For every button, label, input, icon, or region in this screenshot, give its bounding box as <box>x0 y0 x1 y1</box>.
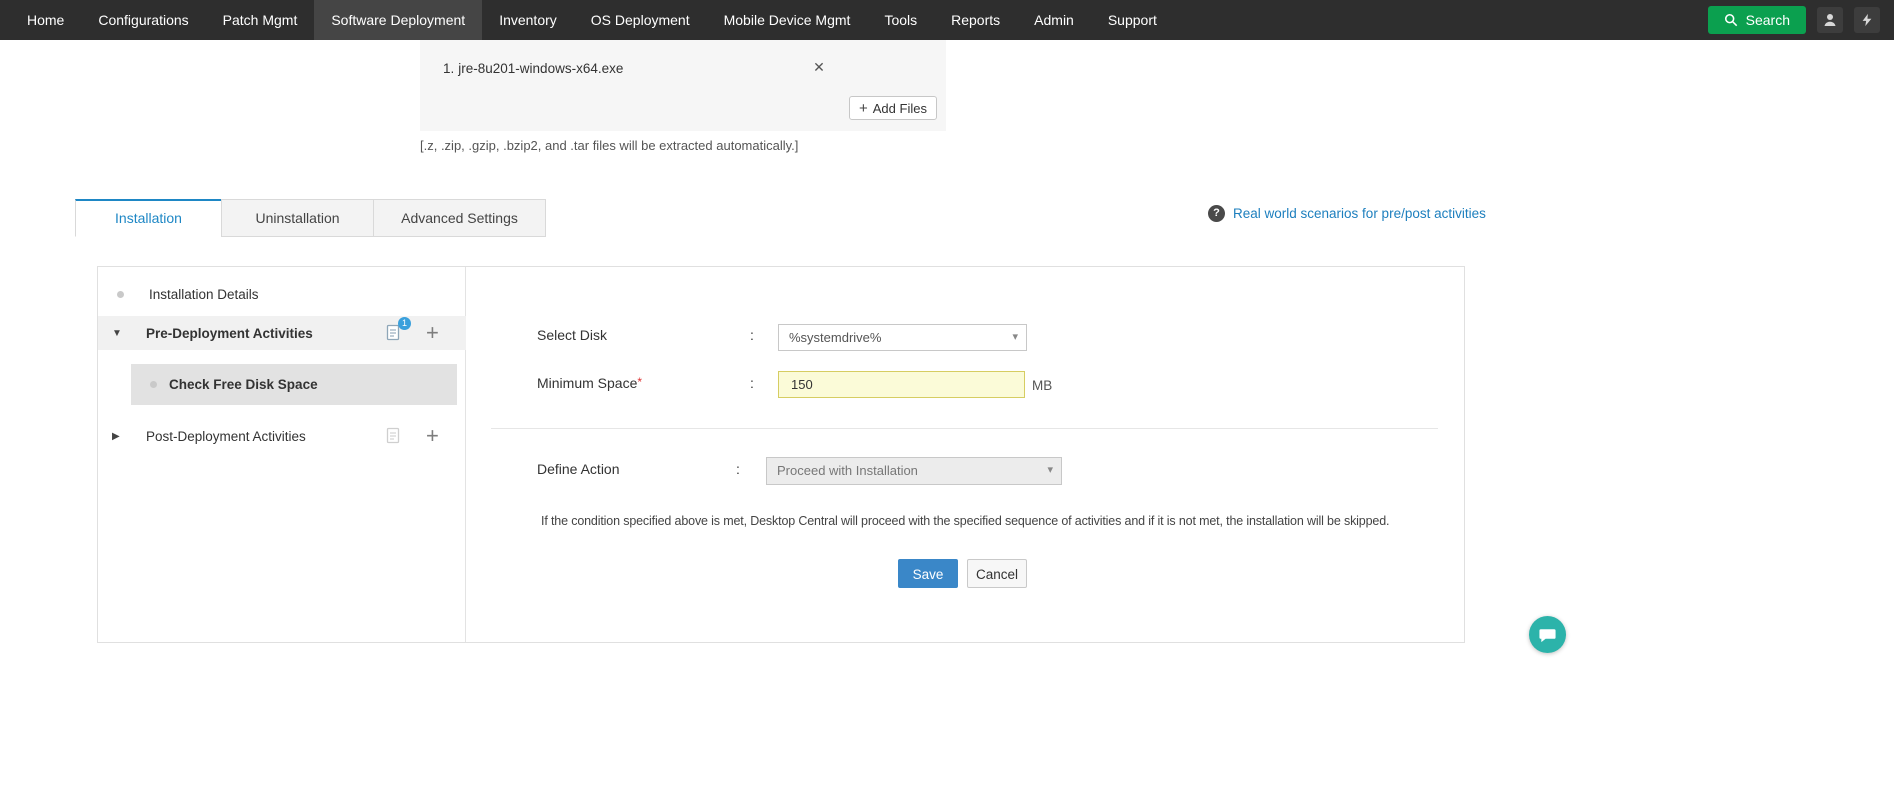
file-name: jre-8u201-windows-x64.exe <box>458 61 623 76</box>
add-pre-deployment-activity-button[interactable]: + <box>426 319 439 347</box>
condition-note: If the condition specified above is met,… <box>541 514 1389 528</box>
nav-item-support[interactable]: Support <box>1091 0 1174 40</box>
bullet-icon <box>117 291 124 298</box>
uploaded-files-box: 1. jre-8u201-windows-x64.exe ✕ + Add File… <box>420 40 946 131</box>
minimum-space-input[interactable] <box>778 371 1025 398</box>
collapse-triangle-icon[interactable]: ▼ <box>112 328 124 339</box>
plus-icon: + <box>859 100 868 117</box>
define-action-value: Proceed with Installation <box>777 463 918 478</box>
activity-count-badge: 1 <box>398 317 411 330</box>
minimum-space-label-text: Minimum Space <box>537 375 637 391</box>
activities-tree: Installation Details ▼ Pre-Deployment Ac… <box>98 267 466 642</box>
add-files-button[interactable]: + Add Files <box>849 96 937 120</box>
extract-note: [.z, .zip, .gzip, .bzip2, and .tar files… <box>420 138 798 153</box>
script-templates-icon-disabled[interactable] <box>386 427 404 445</box>
tab-advanced-settings[interactable]: Advanced Settings <box>373 199 546 237</box>
person-icon <box>1822 12 1838 28</box>
top-navigation: Home Configurations Patch Mgmt Software … <box>0 0 1894 40</box>
user-notification-button[interactable] <box>1817 7 1843 33</box>
nav-item-mobile-device-mgmt[interactable]: Mobile Device Mgmt <box>707 0 868 40</box>
file-index: 1. <box>443 61 454 76</box>
tree-item-check-free-disk-space[interactable]: Check Free Disk Space <box>131 364 457 405</box>
tab-uninstallation[interactable]: Uninstallation <box>221 199 374 237</box>
real-world-scenarios-link[interactable]: Real world scenarios for pre/post activi… <box>1233 206 1486 221</box>
live-chat-button[interactable] <box>1529 616 1566 653</box>
define-action-label: Define Action <box>537 461 620 477</box>
tree-item-label: Pre-Deployment Activities <box>146 326 313 341</box>
quick-actions-button[interactable] <box>1854 7 1880 33</box>
lightning-bolt-icon <box>1860 13 1874 27</box>
search-button[interactable]: Search <box>1708 6 1806 34</box>
tree-item-label: Installation Details <box>149 287 259 302</box>
nav-item-configurations[interactable]: Configurations <box>81 0 205 40</box>
tree-item-label: Check Free Disk Space <box>169 377 318 392</box>
tree-item-label: Post-Deployment Activities <box>146 429 306 444</box>
remove-file-icon[interactable]: ✕ <box>810 58 828 76</box>
unit-label: MB <box>1032 378 1052 393</box>
colon: : <box>750 327 754 343</box>
software-deployment-page: Home Configurations Patch Mgmt Software … <box>0 0 1894 798</box>
chevron-down-icon: ▾ <box>1012 325 1018 350</box>
required-mark: * <box>637 375 642 389</box>
nav-item-patch-mgmt[interactable]: Patch Mgmt <box>206 0 315 40</box>
save-button[interactable]: Save <box>898 559 958 588</box>
nav-item-inventory[interactable]: Inventory <box>482 0 574 40</box>
nav-item-home[interactable]: Home <box>10 0 81 40</box>
nav-item-software-deployment[interactable]: Software Deployment <box>314 0 482 40</box>
bullet-icon <box>150 381 157 388</box>
chat-bubble-icon <box>1538 625 1557 644</box>
nav-item-tools[interactable]: Tools <box>867 0 934 40</box>
select-disk-value: %systemdrive% <box>789 330 881 345</box>
cancel-button[interactable]: Cancel <box>967 559 1027 588</box>
installation-panel: Installation Details ▼ Pre-Deployment Ac… <box>97 266 1465 643</box>
script-templates-icon[interactable]: 1 <box>386 324 404 342</box>
tree-item-installation-details[interactable]: Installation Details <box>98 277 466 311</box>
help-icon[interactable]: ? <box>1208 205 1225 222</box>
help-area: ? Real world scenarios for pre/post acti… <box>1208 205 1486 222</box>
tree-item-pre-deployment[interactable]: ▼ Pre-Deployment Activities 1 + <box>98 316 466 350</box>
nav-right-actions: Search <box>1708 6 1894 34</box>
expand-triangle-icon[interactable]: ▶ <box>112 431 124 442</box>
search-icon <box>1724 13 1738 27</box>
colon: : <box>750 375 754 391</box>
define-action-dropdown[interactable]: Proceed with Installation ▾ <box>766 457 1062 485</box>
minimum-space-label: Minimum Space* <box>537 375 642 391</box>
uploaded-file-item: 1. jre-8u201-windows-x64.exe <box>443 61 623 76</box>
select-disk-label: Select Disk <box>537 327 607 343</box>
select-disk-dropdown[interactable]: %systemdrive% ▾ <box>778 324 1027 351</box>
add-post-deployment-activity-button[interactable]: + <box>426 422 439 450</box>
chevron-down-icon: ▾ <box>1047 458 1053 483</box>
nav-item-os-deployment[interactable]: OS Deployment <box>574 0 707 40</box>
tab-installation[interactable]: Installation <box>75 199 222 237</box>
tree-item-post-deployment[interactable]: ▶ Post-Deployment Activities + <box>98 419 466 453</box>
section-divider <box>491 428 1438 429</box>
nav-item-reports[interactable]: Reports <box>934 0 1017 40</box>
nav-item-admin[interactable]: Admin <box>1017 0 1091 40</box>
colon: : <box>736 461 740 477</box>
add-files-label: Add Files <box>873 101 927 116</box>
search-button-label: Search <box>1746 12 1790 28</box>
deployment-tabs: Installation Uninstallation Advanced Set… <box>75 199 546 237</box>
